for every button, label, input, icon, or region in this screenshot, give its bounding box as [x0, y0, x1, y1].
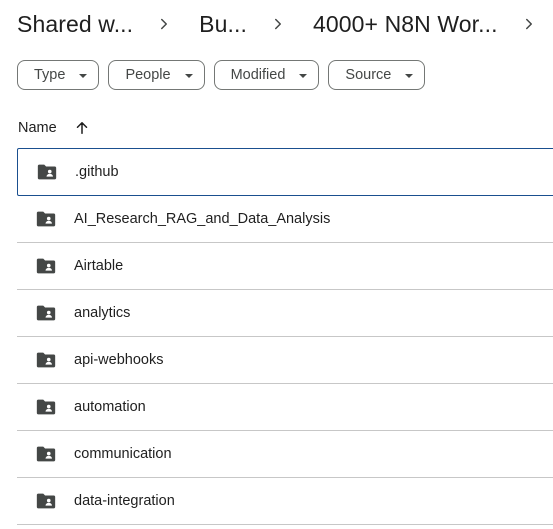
file-name: automation	[74, 399, 146, 415]
dropdown-caret-icon	[79, 73, 88, 78]
chevron-right-icon	[517, 12, 541, 36]
list-item[interactable]: api-webhooks	[17, 337, 553, 384]
shared-folder-icon	[35, 490, 57, 512]
file-name: AI_Research_RAG_and_Data_Analysis	[74, 211, 331, 227]
shared-folder-icon	[35, 396, 57, 418]
list-header: Name	[18, 114, 91, 142]
filter-source-button[interactable]: Source	[328, 60, 426, 90]
list-item[interactable]: Airtable	[17, 243, 553, 290]
shared-folder-icon	[35, 443, 57, 465]
shared-folder-icon	[35, 208, 57, 230]
file-name: Airtable	[74, 258, 124, 274]
file-name: api-webhooks	[74, 352, 164, 368]
filter-source-label: Source	[345, 67, 392, 83]
filter-type-button[interactable]: Type	[17, 60, 100, 90]
list-item[interactable]: communication	[17, 431, 553, 478]
chevron-right-icon	[266, 12, 290, 36]
filter-people-button[interactable]: People	[108, 60, 205, 90]
breadcrumb-item-current-folder[interactable]: 4000+ N8N Wor...	[313, 11, 498, 38]
file-name: analytics	[74, 305, 131, 321]
shared-folder-icon	[36, 161, 58, 183]
list-item[interactable]: .github	[17, 148, 553, 196]
name-column-header[interactable]: Name	[18, 120, 57, 136]
breadcrumb-item-bu[interactable]: Bu...	[199, 11, 247, 38]
shared-folder-icon	[35, 349, 57, 371]
file-name: communication	[74, 446, 172, 462]
shared-folder-icon	[35, 302, 57, 324]
list-item[interactable]: analytics	[17, 290, 553, 337]
file-name: data-integration	[74, 493, 175, 509]
list-item[interactable]: automation	[17, 384, 553, 431]
shared-folder-icon	[35, 255, 57, 277]
dropdown-caret-icon	[405, 73, 414, 78]
list-item[interactable]: data-integration	[17, 478, 553, 525]
filter-modified-button[interactable]: Modified	[213, 60, 320, 90]
list-item[interactable]: AI_Research_RAG_and_Data_Analysis	[17, 196, 553, 243]
chevron-right-icon	[152, 12, 176, 36]
dropdown-caret-icon	[299, 73, 308, 78]
dropdown-caret-icon	[184, 73, 193, 78]
breadcrumb-item-shared[interactable]: Shared w...	[17, 11, 133, 38]
filter-people-label: People	[125, 67, 171, 83]
file-list: .github AI_Research_RAG_and_Data_Analysi…	[17, 148, 553, 525]
arrow-up-icon[interactable]	[73, 119, 91, 137]
filter-chips: Type People Modified Source	[17, 60, 426, 90]
filter-modified-label: Modified	[230, 67, 286, 83]
drive-folder-view: Shared w... Bu... 4000+ N8N Wor... Type …	[0, 0, 553, 529]
breadcrumb: Shared w... Bu... 4000+ N8N Wor...	[17, 6, 553, 42]
filter-type-label: Type	[34, 67, 66, 83]
file-name: .github	[75, 164, 119, 180]
